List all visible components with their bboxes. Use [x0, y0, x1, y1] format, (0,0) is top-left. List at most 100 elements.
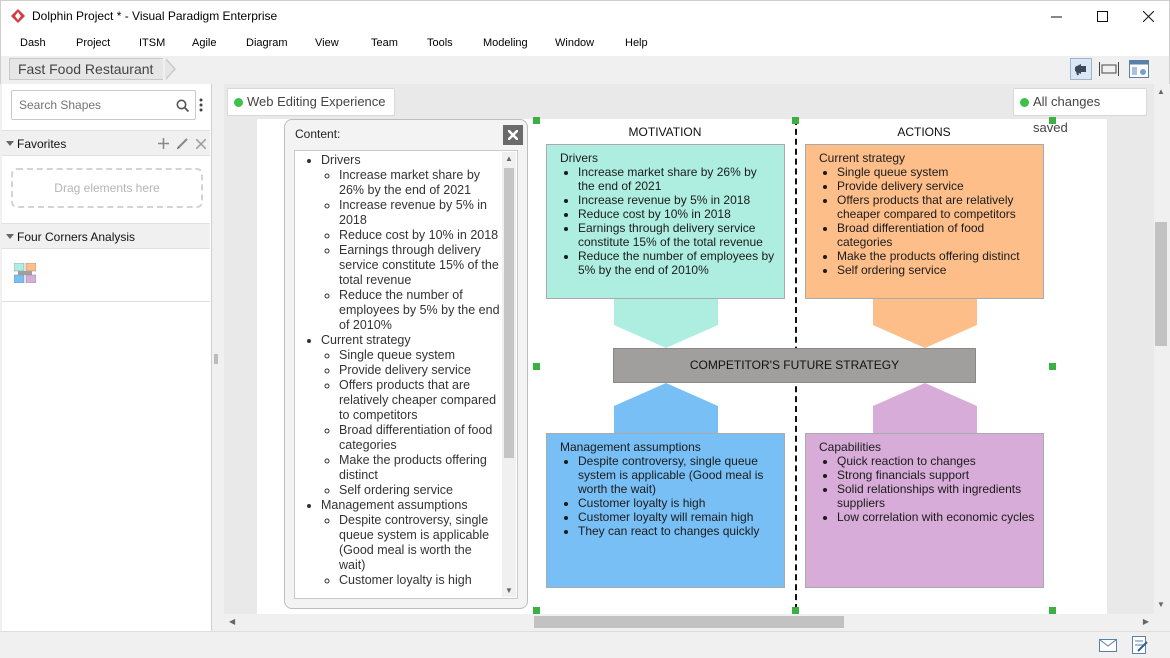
scrollbar-thumb[interactable] — [534, 616, 844, 628]
menu-team[interactable]: Team — [371, 37, 398, 49]
list-item: Management assumptions Despite controver… — [321, 498, 501, 588]
search-shapes-input[interactable] — [19, 92, 169, 118]
announcement-button[interactable] — [1070, 58, 1092, 80]
current-strategy-box[interactable]: Current strategy Single queue system Pro… — [805, 144, 1044, 299]
menu-agile[interactable]: Agile — [192, 37, 216, 49]
list-item: Customer loyalty is high — [339, 573, 501, 588]
scroll-up-icon[interactable]: ▲ — [1157, 87, 1165, 96]
minimize-button[interactable] — [1033, 1, 1079, 32]
content-text-area[interactable]: Drivers Increase market share by 26% by … — [294, 150, 518, 599]
menu-window[interactable]: Window — [555, 37, 594, 49]
menu-help[interactable]: Help — [625, 37, 648, 49]
collapse-arrow-icon — [6, 234, 14, 239]
search-shapes-box — [11, 90, 196, 120]
breadcrumb[interactable]: Fast Food Restaurant — [9, 58, 164, 80]
add-icon[interactable] — [158, 138, 169, 149]
list-item: Reduce cost by 10% in 2018 — [578, 207, 776, 221]
menu-diagram[interactable]: Diagram — [246, 37, 288, 49]
panel-divider — [2, 301, 210, 302]
selection-handle[interactable] — [1049, 363, 1056, 370]
browser-view-button[interactable] — [1128, 58, 1150, 80]
scrollbar-thumb[interactable] — [1155, 222, 1167, 346]
four-corners-shape-icon[interactable] — [14, 263, 36, 283]
scroll-right-icon[interactable]: ▶ — [1143, 617, 1149, 626]
selection-handle[interactable] — [1049, 607, 1056, 614]
search-icon[interactable] — [176, 99, 189, 112]
maximize-button[interactable] — [1079, 1, 1125, 32]
list-item: Make the products offering distinct — [339, 453, 501, 483]
scrollbar-thumb[interactable] — [504, 168, 514, 458]
list-item: Current strategy Single queue system Pro… — [321, 333, 501, 498]
window-title: Dolphin Project * - Visual Paradigm Ente… — [32, 9, 278, 23]
mail-icon[interactable] — [1099, 639, 1117, 652]
scroll-left-icon[interactable]: ◀ — [229, 617, 235, 626]
more-options-icon[interactable] — [199, 98, 203, 112]
list-item: Low correlation with economic cycles — [837, 510, 1035, 524]
favorites-dropzone[interactable]: Drag elements here — [11, 168, 203, 208]
four-corners-header[interactable]: Four Corners Analysis — [2, 223, 210, 249]
motivation-title: MOTIVATION — [628, 125, 702, 139]
list-item: Earnings through delivery service consti… — [339, 243, 501, 288]
management-assumptions-box[interactable]: Management assumptions Despite controver… — [546, 433, 785, 588]
menu-bar: Dash Project ITSM Agile Diagram View Tea… — [0, 31, 1170, 56]
status-dot-icon — [234, 98, 243, 107]
list-item: Offers products that are relatively chea… — [339, 378, 501, 423]
canvas-horizontal-scrollbar[interactable]: ◀ ▶ — [224, 614, 1154, 631]
selection-handle[interactable] — [533, 607, 540, 614]
remove-icon[interactable] — [196, 139, 206, 149]
capabilities-box[interactable]: Capabilities Quick reaction to changes S… — [805, 433, 1044, 588]
management-assumptions-title: Management assumptions — [560, 440, 701, 454]
list-item: Make the products offering distinct — [837, 249, 1035, 263]
drivers-box[interactable]: Drivers Increase market share by 26% by … — [546, 144, 785, 299]
web-editing-toggle[interactable]: Web Editing Experience — [227, 88, 395, 116]
list-item: Self ordering service — [837, 263, 1035, 277]
content-panel: Content: Drivers Increase market share b… — [284, 119, 528, 609]
status-bar — [0, 631, 1170, 658]
notes-icon[interactable] — [1132, 636, 1148, 654]
canvas-vertical-scrollbar[interactable]: ▲ ▼ — [1154, 84, 1168, 614]
content-panel-close-button[interactable] — [503, 125, 523, 145]
menu-view[interactable]: View — [315, 37, 339, 49]
capabilities-list: Quick reaction to changes Strong financi… — [819, 454, 1035, 524]
list-item: Earnings through delivery service consti… — [578, 221, 776, 249]
capabilities-arrow-up — [873, 383, 977, 434]
web-editing-label: Web Editing Experience — [247, 94, 386, 109]
menu-project[interactable]: Project — [76, 37, 110, 49]
menu-itsm[interactable]: ITSM — [139, 37, 165, 49]
drivers-arrow-down — [614, 297, 718, 348]
selection-handle[interactable] — [533, 117, 540, 124]
selection-handle[interactable] — [533, 363, 540, 370]
list-item: Increase market share by 26% by the end … — [578, 165, 776, 193]
favorites-header[interactable]: Favorites — [2, 130, 210, 156]
visual-paradigm-logo-icon — [11, 9, 25, 23]
list-item: Strong financials support — [837, 468, 1035, 482]
content-panel-title: Content: — [295, 127, 341, 141]
edit-pencil-icon[interactable] — [177, 138, 188, 149]
content-scrollbar[interactable]: ▲ ▼ — [502, 152, 516, 597]
menu-tools[interactable]: Tools — [427, 37, 453, 49]
selection-handle[interactable] — [792, 607, 799, 614]
current-strategy-title: Current strategy — [819, 151, 906, 165]
panel-splitter-grip-icon[interactable] — [214, 354, 218, 364]
competitor-future-strategy-banner[interactable]: COMPETITOR'S FUTURE STRATEGY — [613, 348, 976, 383]
selection-handle[interactable] — [1049, 117, 1056, 124]
scroll-down-icon[interactable]: ▼ — [505, 586, 513, 595]
menu-dash[interactable]: Dash — [20, 37, 46, 49]
scroll-down-icon[interactable]: ▼ — [1157, 600, 1165, 609]
list-item: Despite controversy, single queue system… — [578, 454, 776, 496]
menu-modeling[interactable]: Modeling — [483, 37, 528, 49]
list-item: Despite controversy, single queue system… — [339, 513, 501, 573]
breadcrumb-arrow-fill — [165, 59, 174, 79]
list-item: Reduce cost by 10% in 2018 — [339, 228, 501, 243]
list-item: Increase revenue by 5% in 2018 — [339, 198, 501, 228]
favorites-label: Favorites — [17, 137, 67, 151]
fit-width-icon — [1099, 62, 1119, 76]
list-item: Single queue system — [837, 165, 1035, 179]
fit-width-button[interactable] — [1098, 58, 1120, 80]
list-item: Quick reaction to changes — [837, 454, 1035, 468]
title-bar: Dolphin Project * - Visual Paradigm Ente… — [0, 0, 1170, 31]
group-label: Management assumptions — [321, 498, 468, 512]
scroll-up-icon[interactable]: ▲ — [505, 154, 513, 163]
selection-handle[interactable] — [792, 117, 799, 124]
close-button[interactable] — [1125, 1, 1170, 32]
